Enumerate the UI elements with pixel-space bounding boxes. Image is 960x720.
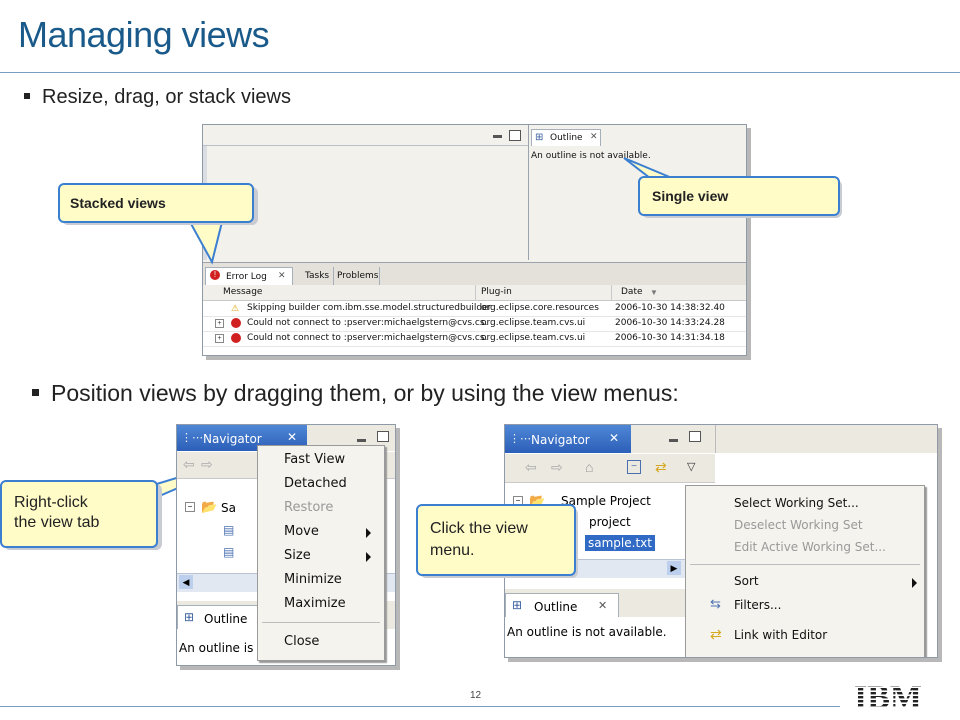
stacked-views-label: Stacked views [70, 195, 166, 211]
submenu-arrow-icon [912, 578, 917, 588]
right-click-label: the view tab [14, 514, 100, 531]
navigator-toolbar: ⇦ ⇨ ⌂ − ⇄ ▽ [505, 454, 715, 483]
single-view-callout: Single view [638, 176, 840, 216]
view-tab-context-menu: Fast View Detached Restore Move Size Min… [257, 445, 385, 661]
bullet-position: Position views by dragging them, or by u… [32, 380, 679, 407]
tree-item-selected[interactable]: sample.txt [585, 535, 655, 551]
minimize-icon[interactable] [669, 439, 678, 442]
right-click-label: Right-click [14, 494, 88, 511]
home-icon[interactable]: ⌂ [585, 459, 593, 475]
minimize-icon[interactable] [357, 439, 366, 442]
menu-item-filters[interactable]: Filters... [734, 598, 924, 612]
view-menu-label: menu. [430, 542, 475, 559]
menu-item-maximize[interactable]: Maximize [284, 596, 384, 611]
collapse-all-icon[interactable]: − [627, 460, 641, 474]
navigator-tab[interactable]: ⋮⋯ Navigator ✕ [505, 425, 631, 453]
outline-pane: ⊞ Outline ✕ An outline is not available. [505, 589, 685, 657]
menu-item-fast-view[interactable]: Fast View [284, 452, 384, 467]
outline-tab-label[interactable]: Outline [534, 600, 577, 614]
menu-item-sort[interactable]: Sort [734, 574, 924, 588]
outline-icon: ⊞ [512, 598, 523, 612]
outline-message: An outline is not available. [507, 625, 667, 639]
close-icon[interactable]: ✕ [609, 431, 619, 445]
tree-item-label: Sa [221, 501, 236, 515]
ibm-logo-graphic: IBM [854, 679, 922, 716]
back-icon[interactable]: ⇦ [525, 459, 537, 476]
single-callout-pointer [623, 157, 673, 179]
view-menu-icon[interactable]: ▽ [687, 460, 695, 473]
view-menu-callout: Click the view menu. [416, 504, 576, 576]
collapse-icon[interactable]: − [185, 502, 195, 512]
stacked-callout-pointer [188, 221, 224, 265]
outline-icon: ⊞ [184, 610, 195, 624]
footer-divider [0, 706, 840, 707]
tree-item[interactable]: − 📂 Sa [185, 499, 265, 517]
view-menu-label: Click the view [430, 520, 528, 537]
navigator-tab-label: Navigator [203, 432, 262, 446]
bullet-marker [32, 389, 39, 397]
forward-icon[interactable]: ⇨ [551, 459, 563, 476]
link-editor-icon: ⇄ [710, 626, 722, 642]
folder-icon: 📂 [201, 499, 218, 514]
forward-icon[interactable]: ⇨ [201, 456, 213, 473]
maximize-icon[interactable] [689, 431, 701, 442]
right-click-callout: Right-click the view tab [0, 480, 158, 548]
close-icon[interactable]: ✕ [598, 599, 607, 612]
navigator-icon: ⋮⋯ [181, 431, 203, 444]
ibm-logo-text: IBM [854, 680, 922, 714]
ibm-logo: IBM [852, 679, 942, 716]
menu-separator [690, 564, 920, 565]
maximize-icon[interactable] [377, 431, 389, 442]
submenu-arrow-icon [366, 528, 371, 538]
outline-message: An outline is [179, 641, 254, 655]
menu-separator [262, 622, 380, 623]
scroll-right-icon[interactable]: ▶ [667, 561, 681, 575]
view-menu-dropdown: Select Working Set... Deselect Working S… [685, 485, 925, 657]
menu-item-restore[interactable]: Restore [284, 500, 384, 515]
scroll-left-icon[interactable]: ◀ [179, 575, 193, 589]
single-view-label: Single view [652, 188, 729, 204]
outline-tab-label[interactable]: Outline [204, 612, 247, 626]
menu-item-deselect-working-set[interactable]: Deselect Working Set [734, 518, 924, 532]
menu-item-select-working-set[interactable]: Select Working Set... [734, 496, 924, 510]
file-icon: ▤ [223, 523, 235, 537]
menu-item-minimize[interactable]: Minimize [284, 572, 384, 587]
filters-icon: ⇆ [710, 596, 721, 611]
file-icon: ▤ [223, 545, 235, 559]
menu-item-detached[interactable]: Detached [284, 476, 384, 491]
navigator-tab-label: Navigator [531, 433, 590, 447]
page-number: 12 [470, 690, 482, 701]
back-icon[interactable]: ⇦ [183, 456, 195, 473]
menu-item-close[interactable]: Close [284, 634, 384, 649]
right-click-screenshot: ⋮⋯ Navigator ✕ ⇦ ⇨ − 📂 Sa ▤ ▤ ◀ ⊞ Outlin… [176, 424, 396, 666]
menu-item-edit-working-set[interactable]: Edit Active Working Set... [734, 540, 924, 554]
navigator-icon: ⋮⋯ [509, 432, 531, 445]
stacked-views-callout: Stacked views [58, 183, 254, 223]
bullet-text: Position views by dragging them, or by u… [51, 380, 679, 406]
close-icon[interactable]: ✕ [287, 430, 297, 444]
tree-item-label[interactable]: project [589, 515, 631, 529]
submenu-arrow-icon [366, 552, 371, 562]
link-editor-icon[interactable]: ⇄ [655, 459, 667, 476]
menu-item-link-with-editor[interactable]: Link with Editor [734, 628, 924, 642]
